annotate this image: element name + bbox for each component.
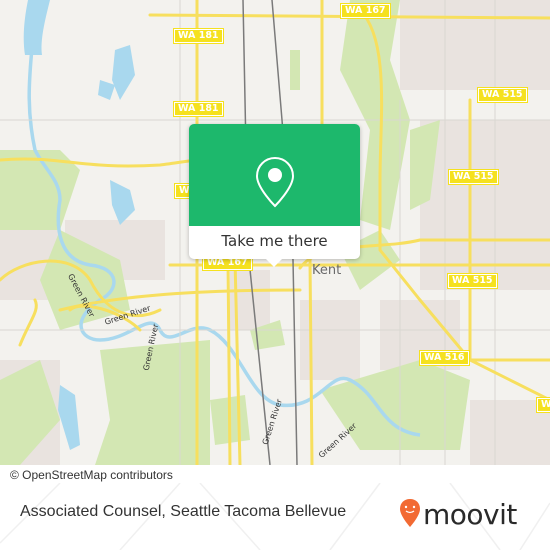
highway-shield-wa167: WA 167 <box>340 3 391 19</box>
map[interactable]: WA 167 WA 181 WA 181 WA 181 WA 167 WA 51… <box>0 0 550 465</box>
highway-shield-wa516: WA 516 <box>419 350 470 366</box>
place-title: Associated Counsel, Seattle Tacoma Belle… <box>20 503 347 520</box>
footer: Associated Counsel, Seattle Tacoma Belle… <box>0 483 550 550</box>
highway-shield-wa515: WA 515 <box>447 273 498 289</box>
highway-shield-wa515: WA 515 <box>448 169 499 185</box>
location-popup[interactable]: Take me there <box>189 124 360 267</box>
map-attribution[interactable]: © OpenStreetMap contributors <box>0 465 179 485</box>
take-me-there-button[interactable]: Take me there <box>189 226 360 259</box>
map-pin-icon <box>255 156 295 208</box>
highway-shield-wa181: WA 181 <box>173 101 224 117</box>
moovit-pin-icon <box>400 499 420 527</box>
moovit-wordmark: moovit <box>423 498 517 531</box>
place-label-kent: Kent <box>312 263 342 278</box>
popup-header <box>189 124 360 226</box>
highway-shield-wa515: WA 515 <box>536 397 550 413</box>
popup-tail <box>265 258 283 267</box>
highway-shield-wa515: WA 515 <box>477 87 528 103</box>
highway-shield-wa181: WA 181 <box>173 28 224 44</box>
